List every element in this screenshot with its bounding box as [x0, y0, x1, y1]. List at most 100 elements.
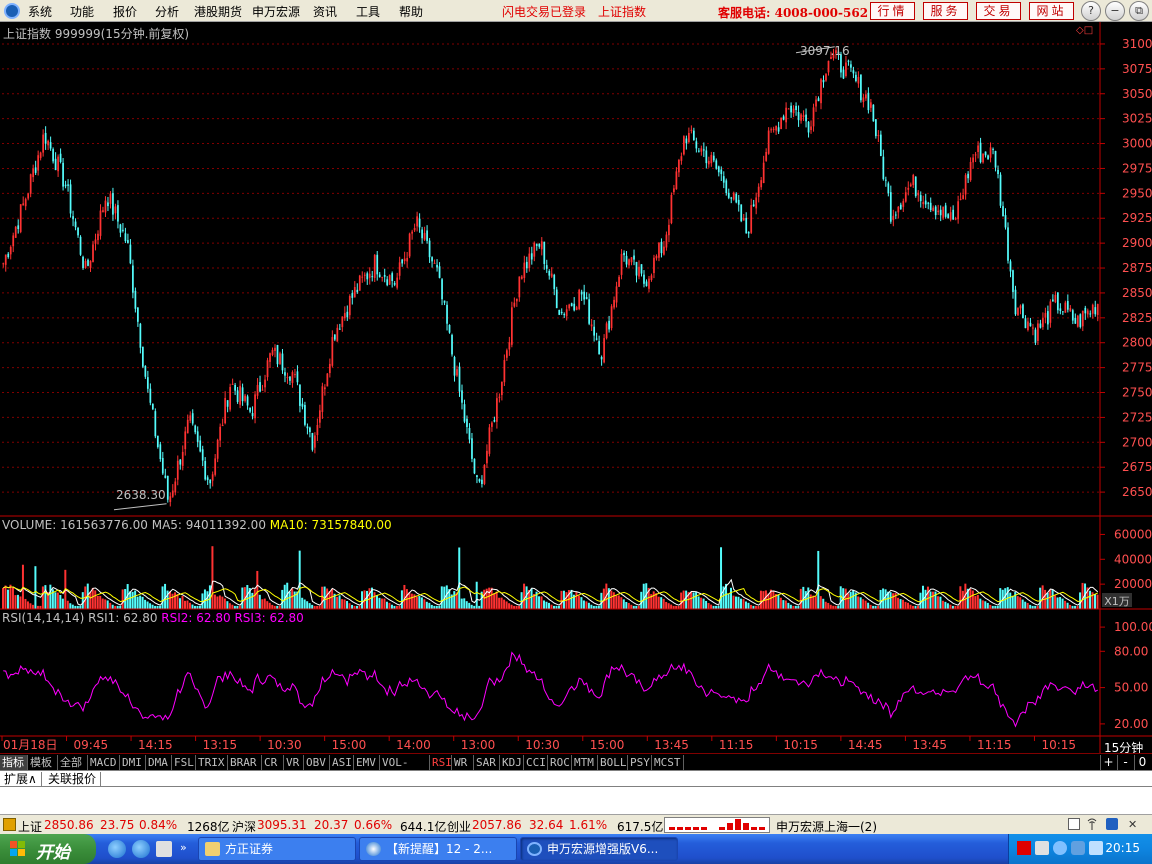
taskbar-window-browser[interactable]: 【新提醒】12 - 2... [359, 837, 517, 861]
input-method-icon[interactable] [1017, 841, 1031, 855]
indicator-tab-vol-tdx[interactable]: VOL-TDX [380, 755, 430, 784]
volume-bar [545, 601, 548, 609]
tab-related-quotes[interactable]: 关联报价 [44, 772, 102, 787]
candle-body [760, 180, 763, 188]
candle-body [775, 125, 778, 131]
indicator-tab-emv[interactable]: EMV [354, 755, 380, 770]
indicator-tab-rsi[interactable]: RSI [430, 755, 452, 770]
indicator-tab-trix[interactable]: TRIX [196, 755, 228, 770]
candle-body [456, 369, 458, 376]
volume-bar [380, 598, 383, 609]
candle-body [69, 184, 72, 214]
kline-chart-svg[interactable]: 3100 3075 3050 3025 3000 2975 2950 2925 2900 2875… [0, 22, 1152, 753]
indicator-tab-asi[interactable]: ASI [330, 755, 354, 770]
candle-body [368, 273, 371, 278]
volume-unit[interactable]: X1万 [1102, 593, 1132, 608]
menu-tools[interactable]: 工具 [356, 3, 380, 20]
indicator-tab-模板[interactable]: 模板 [28, 755, 58, 770]
indicator-tab-mcst[interactable]: MCST [652, 755, 684, 770]
tab-expand[interactable]: 扩展∧ [0, 772, 42, 787]
candle-body [149, 388, 152, 403]
menu-help[interactable]: 帮助 [399, 3, 423, 20]
menu-news[interactable]: 资讯 [313, 3, 337, 20]
indicator-control-1[interactable]: - [1117, 755, 1133, 770]
price-tick-label: 3100 [1122, 37, 1152, 51]
close-small-icon[interactable]: ✕ [1128, 818, 1140, 831]
indicator-tab-obv[interactable]: OBV [304, 755, 330, 770]
volume-bar [475, 581, 478, 609]
indicator-tab-dma[interactable]: DMA [146, 755, 172, 770]
indicator-tab-vr[interactable]: VR [284, 755, 304, 770]
menu-analysis[interactable]: 分析 [155, 3, 179, 20]
volume-bar [423, 599, 426, 609]
more-chevron-icon[interactable]: » [180, 841, 190, 857]
login-status[interactable]: 闪电交易已登录 [502, 3, 586, 20]
candle-body [815, 99, 817, 107]
ticker-icon[interactable] [3, 818, 16, 831]
tab-trade[interactable]: 交易 [976, 2, 1021, 20]
indicator-control-0[interactable]: + [1100, 755, 1116, 770]
menu-system[interactable]: 系统 [28, 3, 52, 20]
ie-icon-2[interactable] [132, 840, 150, 858]
menu-function[interactable]: 功能 [70, 3, 94, 20]
tab-website[interactable]: 网站 [1029, 2, 1074, 20]
signal-icon[interactable] [1086, 818, 1098, 830]
candle-body [633, 255, 635, 260]
indicator-control-2[interactable]: 0 [1134, 755, 1150, 770]
show-desktop-icon[interactable] [156, 841, 172, 857]
indicator-tab-wr[interactable]: WR [452, 755, 474, 770]
current-index-label[interactable]: 上证指数 [598, 3, 646, 20]
volume-bar [44, 585, 47, 609]
candle-body [463, 404, 466, 422]
time-tick-label: 01月18日 [3, 738, 58, 752]
candle-body [628, 259, 630, 266]
menu-swhy[interactable]: 申万宏源 [252, 3, 300, 20]
indicator-tab-macd[interactable]: MACD [88, 755, 120, 770]
security-shield-icon[interactable] [1071, 841, 1085, 855]
volume-icon[interactable] [1035, 841, 1049, 855]
start-button[interactable]: 开始 [0, 834, 96, 864]
candle-body [949, 212, 952, 220]
taskbar-window-folder[interactable]: 方正证券 [198, 837, 356, 861]
chart-option-icons[interactable]: ◇□ [1076, 25, 1093, 36]
volume-bar [784, 600, 787, 609]
network-icon[interactable] [1053, 841, 1067, 855]
indicator-tab-boll[interactable]: BOLL [598, 755, 628, 770]
layout-icon[interactable] [1068, 818, 1080, 830]
candle-body [1024, 318, 1027, 329]
ie-icon[interactable] [108, 840, 126, 858]
broker-server[interactable]: 申万宏源上海一(2) [776, 818, 877, 835]
indicator-tab-cci[interactable]: CCI [524, 755, 548, 770]
indicator-tab-dmi[interactable]: DMI [120, 755, 146, 770]
candle-body [97, 233, 99, 241]
tab-market[interactable]: 行情 [870, 2, 915, 20]
indicator-tab-psy[interactable]: PSY [628, 755, 652, 770]
indicator-tab-brar[interactable]: BRAR [228, 755, 262, 770]
chart-area[interactable]: 3100 3075 3050 3025 3000 2975 2950 2925 2900 2875… [0, 22, 1152, 757]
taskbar-window-trading-app[interactable]: 申万宏源增强版V6... [520, 837, 678, 861]
candle-body [1034, 329, 1037, 343]
help-button[interactable]: ? [1081, 1, 1101, 21]
tab-service[interactable]: 服务 [923, 2, 968, 20]
menu-quote[interactable]: 报价 [113, 3, 137, 20]
indicator-tab-roc[interactable]: ROC [548, 755, 572, 770]
candle-body [922, 202, 925, 205]
volume-bar [144, 599, 147, 609]
indicator-tab-sar[interactable]: SAR [474, 755, 500, 770]
indicator-tab-指标[interactable]: 指标 [0, 755, 28, 770]
lock-icon[interactable] [1106, 818, 1118, 830]
minimize-button[interactable]: − [1105, 1, 1125, 21]
app-logo-icon[interactable] [4, 3, 20, 19]
candle-body [418, 218, 421, 228]
candle-body [104, 200, 107, 213]
indicator-tab-kdj[interactable]: KDJ [500, 755, 524, 770]
indicator-tab-cr[interactable]: CR [262, 755, 284, 770]
indicator-tab-fsl[interactable]: FSL [172, 755, 196, 770]
tray-app-icon[interactable] [1089, 841, 1103, 855]
indicator-tab-全部[interactable]: 全部 [58, 755, 88, 770]
candle-body [274, 347, 276, 351]
indicator-tab-mtm[interactable]: MTM [572, 755, 598, 770]
restore-button[interactable]: ⧉ [1129, 1, 1149, 21]
menu-hk-futures[interactable]: 港股期货 [194, 3, 242, 20]
candle-body [32, 168, 35, 178]
